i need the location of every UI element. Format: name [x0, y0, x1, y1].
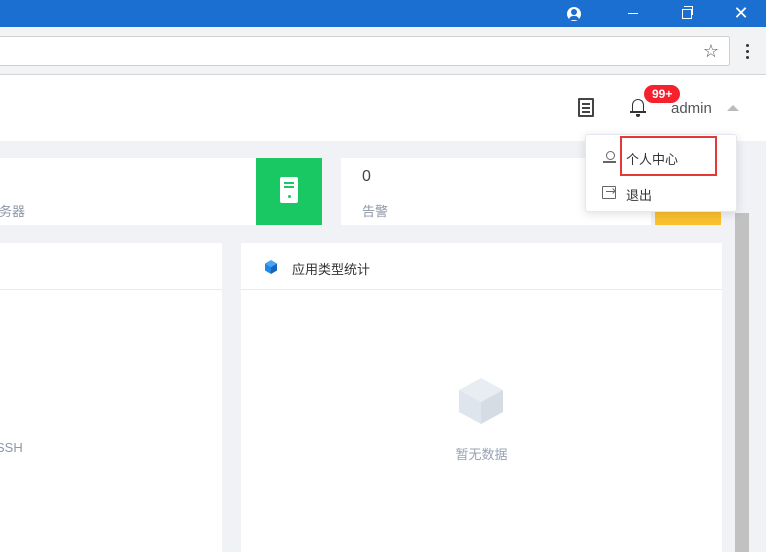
- app-type-panel-header: 应用类型统计: [241, 243, 722, 290]
- alert-stat-label: 告警: [362, 204, 389, 219]
- alert-stat-value: 0: [362, 168, 371, 185]
- app-header: 99+ admin: [0, 75, 766, 141]
- address-bar[interactable]: ☆: [0, 36, 730, 66]
- profile-icon[interactable]: [553, 0, 595, 27]
- menu-item-logout-label: 退出: [626, 188, 653, 203]
- empty-data-text: 暂无数据: [455, 447, 508, 462]
- close-button[interactable]: ✕: [718, 0, 764, 27]
- empty-data-icon: [459, 378, 503, 424]
- app-type-panel-title: 应用类型统计: [292, 262, 371, 277]
- server-stat-card: 服务器: [0, 158, 256, 225]
- ssh-label: SSH: [0, 440, 23, 455]
- scrollbar-thumb[interactable]: [735, 213, 749, 552]
- menu-item-logout[interactable]: 退出: [586, 175, 736, 211]
- user-icon: [603, 151, 616, 164]
- bell-icon[interactable]: [630, 97, 646, 117]
- server-tile: [256, 158, 322, 225]
- app-type-panel: 应用类型统计 暂无数据: [241, 243, 722, 552]
- browser-toolbar: ☆: [0, 27, 766, 75]
- left-panel: SSH: [0, 243, 222, 552]
- logout-icon: [602, 186, 616, 199]
- server-stat-label: 服务器: [0, 204, 26, 219]
- highlight-box: [620, 136, 717, 176]
- bookmark-star-icon[interactable]: ☆: [703, 41, 719, 62]
- document-icon[interactable]: [578, 98, 594, 117]
- restore-button[interactable]: [664, 0, 710, 27]
- browser-menu-icon[interactable]: [746, 44, 750, 62]
- server-icon: [280, 177, 298, 203]
- cube-icon: [265, 260, 277, 274]
- caret-up-icon[interactable]: [727, 105, 739, 111]
- left-panel-header: [0, 243, 222, 290]
- user-menu-trigger[interactable]: admin: [671, 100, 712, 117]
- browser-titlebar: ✕: [0, 0, 766, 27]
- minimize-button[interactable]: [610, 0, 656, 27]
